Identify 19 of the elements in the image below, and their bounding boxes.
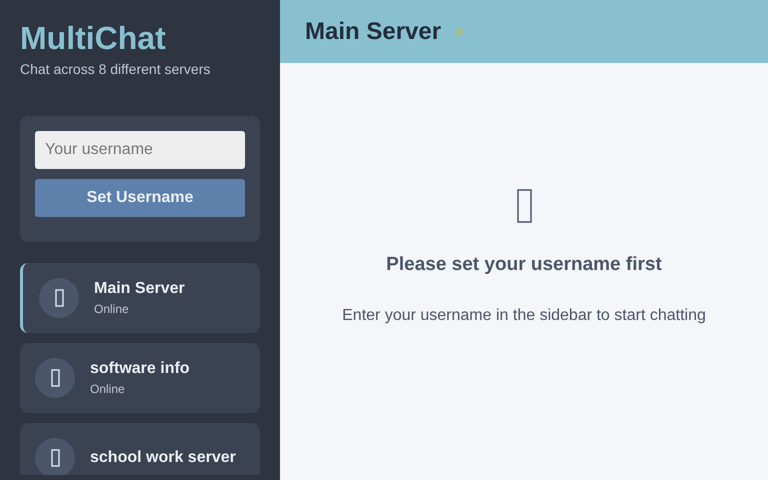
server-item[interactable]: Main Server Online [20, 263, 260, 333]
set-username-button[interactable]: Set Username [35, 179, 245, 217]
placeholder-glyph-icon [50, 449, 60, 467]
empty-message: Enter your username in the sidebar to start chatting [342, 307, 706, 325]
placeholder-glyph-icon [54, 289, 64, 307]
server-status: Online [94, 302, 129, 316]
channel-title: Main Server [305, 18, 442, 46]
empty-heading: Please set your username first [386, 254, 662, 276]
username-field[interactable]: Your username [35, 131, 245, 169]
server-item[interactable]: software info Online [20, 343, 260, 413]
server-name: Main Server [94, 280, 185, 298]
server-name: school work server [90, 449, 236, 467]
placeholder-glyph-icon [516, 189, 532, 223]
server-name: software info [90, 360, 190, 378]
server-item[interactable]: school work server [20, 423, 260, 475]
server-status: Online [90, 382, 125, 396]
placeholder-glyph-icon [50, 369, 60, 387]
app-subtitle: Chat across 8 different servers [20, 61, 210, 77]
app-title: MultiChat [20, 20, 166, 57]
